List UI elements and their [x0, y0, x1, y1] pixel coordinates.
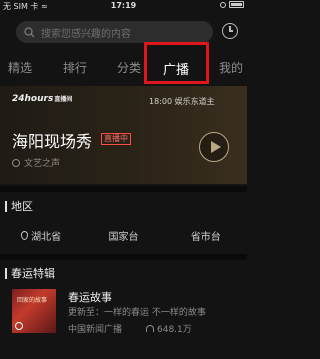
- region-hubei[interactable]: 湖北省: [0, 225, 82, 245]
- thumbnail-text: 回家的故事: [17, 297, 48, 304]
- category-tabs: 精选 排行 分类 广播 我的: [0, 50, 247, 84]
- lock-rotation-icon: [220, 1, 226, 8]
- status-time: 17:19: [110, 1, 137, 10]
- story-source: 中国新闻广播: [68, 325, 123, 335]
- story-thumbnail[interactable]: 回家的故事: [12, 289, 56, 333]
- tab-ranking[interactable]: 排行: [63, 59, 87, 76]
- region-row: 湖北省 国家台 省市台: [0, 225, 247, 245]
- search-icon: [24, 26, 35, 37]
- listen-count: 648.1万: [146, 322, 192, 335]
- section-divider: [0, 254, 247, 260]
- headphones-icon: [146, 325, 154, 332]
- banner-brand: 24hours直播间: [12, 94, 73, 104]
- banner-time-label: 18:00 娱乐东道主: [149, 97, 215, 106]
- location-icon: [21, 230, 29, 240]
- section-divider: [0, 186, 247, 192]
- show-title: 海阳现场秀: [12, 132, 93, 151]
- region-national[interactable]: 国家台: [82, 225, 164, 245]
- play-button[interactable]: [199, 132, 229, 162]
- thumbnail-play-icon: [15, 322, 23, 330]
- live-badge: 直播中: [101, 133, 131, 145]
- story-title[interactable]: 春运故事: [68, 289, 112, 305]
- region-section-title: 地区: [5, 198, 33, 214]
- search-placeholder: 搜索您感兴趣的内容: [41, 28, 131, 40]
- history-clock-icon[interactable]: [222, 23, 238, 39]
- search-bar[interactable]: 搜索您感兴趣的内容: [16, 21, 213, 43]
- channel-name: 文艺之声: [12, 156, 60, 169]
- tab-categories[interactable]: 分类: [117, 59, 141, 76]
- special-section-title: 春运特辑: [5, 265, 55, 281]
- tab-mine[interactable]: 我的: [219, 59, 243, 76]
- channel-icon: [12, 158, 20, 167]
- annotation-highlight-box: [144, 42, 209, 84]
- battery-icon: [229, 1, 244, 8]
- status-icons: [220, 1, 244, 8]
- tab-featured[interactable]: 精选: [8, 59, 32, 76]
- story-update: 更新至：一样的春运 不一样的故事: [68, 308, 206, 318]
- region-provincial[interactable]: 省市台: [165, 225, 247, 245]
- status-bar: 无 SIM 卡 ≈ 17:19: [0, 0, 247, 13]
